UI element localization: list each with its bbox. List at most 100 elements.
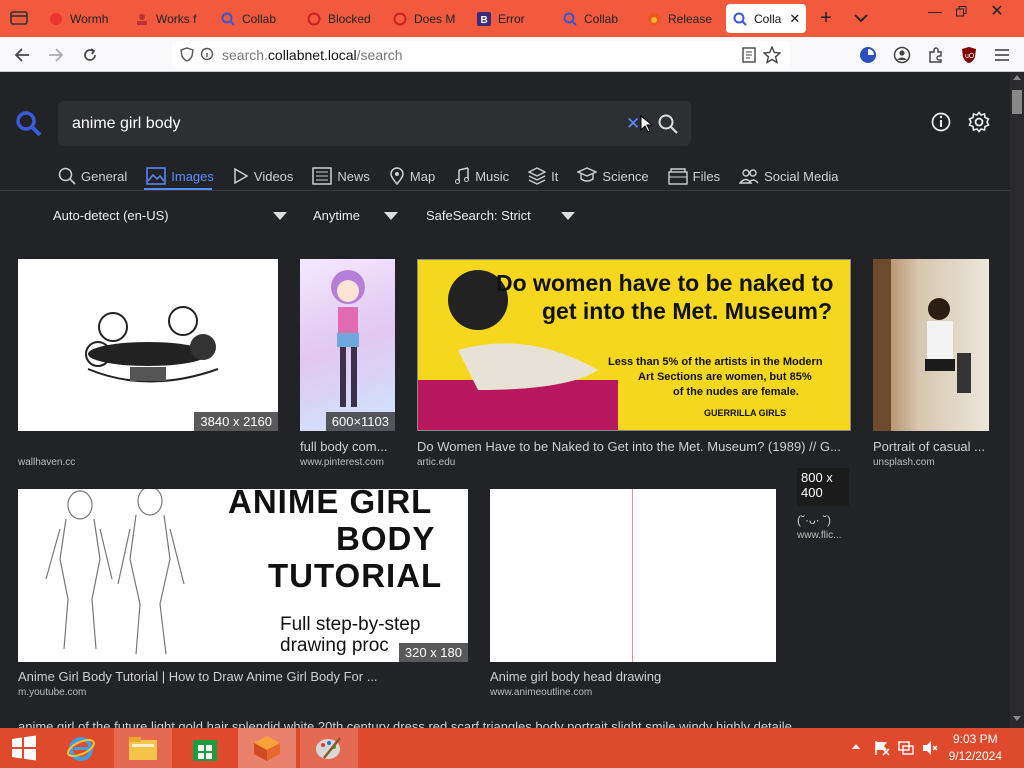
restore-icon[interactable]: [944, 0, 978, 22]
image-result[interactable]: Do women have to be naked to get into th…: [417, 259, 851, 469]
image-result[interactable]: 800 x 400 (˘·ᴗ· ˘) www.flic...: [797, 468, 849, 546]
reload-icon[interactable]: [79, 44, 101, 66]
result-thumbnail[interactable]: Do women have to be naked to get into th…: [417, 259, 851, 431]
start-button[interactable]: [0, 728, 48, 768]
language-select[interactable]: Auto-detect (en-US): [53, 208, 287, 223]
tab-label: Error: [498, 11, 525, 26]
url-bar[interactable]: search.collabnet.local/search: [172, 41, 790, 68]
image-result[interactable]: ANIME GIRL BODY TUTORIAL Full step-by-st…: [18, 489, 468, 699]
network-icon[interactable]: [898, 740, 914, 756]
tab-7[interactable]: Release: [646, 4, 724, 33]
extension-blue-icon[interactable]: [857, 44, 879, 66]
volume-muted-icon[interactable]: [922, 740, 938, 756]
back-icon[interactable]: [11, 44, 33, 66]
scroll-up-icon[interactable]: [1013, 75, 1021, 80]
tab-social-media[interactable]: Social Media: [739, 167, 839, 185]
bookmark-star-icon[interactable]: [761, 44, 783, 66]
site-info-icon[interactable]: [200, 47, 214, 62]
tab-music[interactable]: Music: [454, 167, 509, 185]
scrollbar[interactable]: [1010, 72, 1024, 728]
chevron-down-icon[interactable]: [850, 7, 872, 29]
tab-science[interactable]: Science: [577, 167, 649, 185]
tab-map[interactable]: Map: [389, 167, 435, 185]
search-input[interactable]: anime girl body: [72, 115, 181, 133]
result-source[interactable]: artic.edu: [417, 457, 455, 468]
tab-videos[interactable]: Videos: [233, 167, 293, 185]
account-icon[interactable]: [891, 44, 913, 66]
result-thumbnail[interactable]: ANIME GIRL BODY TUTORIAL Full step-by-st…: [18, 489, 468, 662]
tab-3[interactable]: Blocked: [306, 4, 386, 33]
result-source[interactable]: m.youtube.com: [18, 687, 86, 698]
result-source[interactable]: www.flic...: [797, 530, 841, 541]
result-source[interactable]: wallhaven.cc: [18, 457, 75, 468]
show-hidden-icons[interactable]: [852, 744, 860, 749]
tab-general[interactable]: General: [58, 167, 127, 185]
image-result[interactable]: 600×1103 full body com... www.pinterest.…: [300, 259, 395, 469]
result-title[interactable]: Anime girl body head drawing: [490, 669, 776, 684]
scrollbar-thumb[interactable]: [1012, 90, 1022, 114]
tab-0[interactable]: Wormh: [48, 4, 126, 33]
result-title[interactable]: Portrait of casual ...: [873, 439, 989, 454]
close-icon[interactable]: ✕: [789, 11, 800, 27]
safesearch-select[interactable]: SafeSearch: Strict: [426, 208, 575, 223]
tab-2[interactable]: Collab: [220, 4, 294, 33]
result-title[interactable]: full body com...: [300, 439, 395, 454]
store-app[interactable]: [176, 728, 234, 768]
result-title[interactable]: Do Women Have to be Naked to Get into th…: [417, 439, 851, 454]
result-thumbnail[interactable]: [490, 489, 776, 662]
worm-icon: [48, 11, 64, 27]
tab-5[interactable]: B Error: [476, 4, 548, 33]
tab-it[interactable]: It: [528, 167, 558, 185]
portrait-photo-image: [873, 259, 971, 431]
search-submit-icon[interactable]: [657, 113, 679, 135]
active-tab-indicator: [144, 188, 212, 190]
tab-6[interactable]: Collab: [562, 4, 636, 33]
tab-8-active[interactable]: Colla ✕: [726, 4, 806, 33]
shield-icon[interactable]: [180, 47, 194, 62]
image-result[interactable]: 3840 x 2160 wallhaven.cc: [18, 259, 278, 468]
poster-headline: get into the Met. Museum?: [542, 298, 833, 324]
close-window-icon[interactable]: ✕: [980, 0, 1014, 22]
tab-list-icon[interactable]: [8, 7, 30, 29]
paint-app[interactable]: [300, 728, 358, 768]
extensions-puzzle-icon[interactable]: [925, 44, 947, 66]
search-icon: [732, 11, 748, 27]
result-thumbnail[interactable]: 600×1103: [300, 259, 395, 431]
tab-label: Does M: [414, 11, 456, 26]
reader-view-icon[interactable]: [738, 44, 760, 66]
result-thumbnail[interactable]: 3840 x 2160: [18, 259, 278, 431]
scroll-down-icon[interactable]: [1013, 716, 1021, 721]
menu-icon[interactable]: [991, 44, 1013, 66]
system-clock[interactable]: 9:03 PM 9/12/2024: [949, 731, 1002, 765]
result-source[interactable]: www.pinterest.com: [300, 457, 384, 468]
file-explorer-app[interactable]: [114, 728, 172, 768]
info-icon[interactable]: [931, 112, 951, 132]
result-thumbnail[interactable]: [873, 259, 989, 431]
action-center-flag-icon[interactable]: [874, 740, 890, 756]
tab-news[interactable]: News: [312, 167, 370, 185]
new-tab-icon[interactable]: +: [815, 7, 837, 29]
search-box[interactable]: anime girl body ✕: [58, 101, 691, 146]
image-result[interactable]: Portrait of casual ... unsplash.com: [873, 259, 989, 469]
result-title[interactable]: Anime Girl Body Tutorial | How to Draw A…: [18, 669, 468, 684]
image-result[interactable]: Anime girl body head drawing www.animeou…: [490, 489, 776, 699]
result-thumbnail[interactable]: 800 x 400: [797, 468, 849, 506]
searx-logo-icon[interactable]: [15, 110, 43, 138]
tab-images[interactable]: Images: [146, 167, 214, 185]
time-range-select[interactable]: Anytime: [313, 208, 398, 223]
ie-app[interactable]: [52, 728, 110, 768]
ublock-icon[interactable]: uO: [958, 44, 980, 66]
tab-4[interactable]: Does M: [392, 4, 466, 33]
next-result-text[interactable]: anime girl of the future light gold hair…: [18, 719, 1008, 728]
result-source[interactable]: unsplash.com: [873, 457, 935, 468]
manga-drawing-image: [85, 306, 219, 383]
gear-icon[interactable]: [968, 111, 990, 133]
clear-search-icon[interactable]: ✕: [626, 114, 640, 134]
result-source[interactable]: www.animeoutline.com: [490, 687, 592, 698]
result-title[interactable]: (˘·ᴗ· ˘): [797, 513, 849, 527]
tab-1[interactable]: Works f: [134, 4, 212, 33]
search-icon: [58, 167, 76, 185]
virtualbox-app[interactable]: [238, 728, 296, 768]
forward-icon[interactable]: [45, 44, 67, 66]
tab-files[interactable]: Files: [667, 167, 720, 185]
